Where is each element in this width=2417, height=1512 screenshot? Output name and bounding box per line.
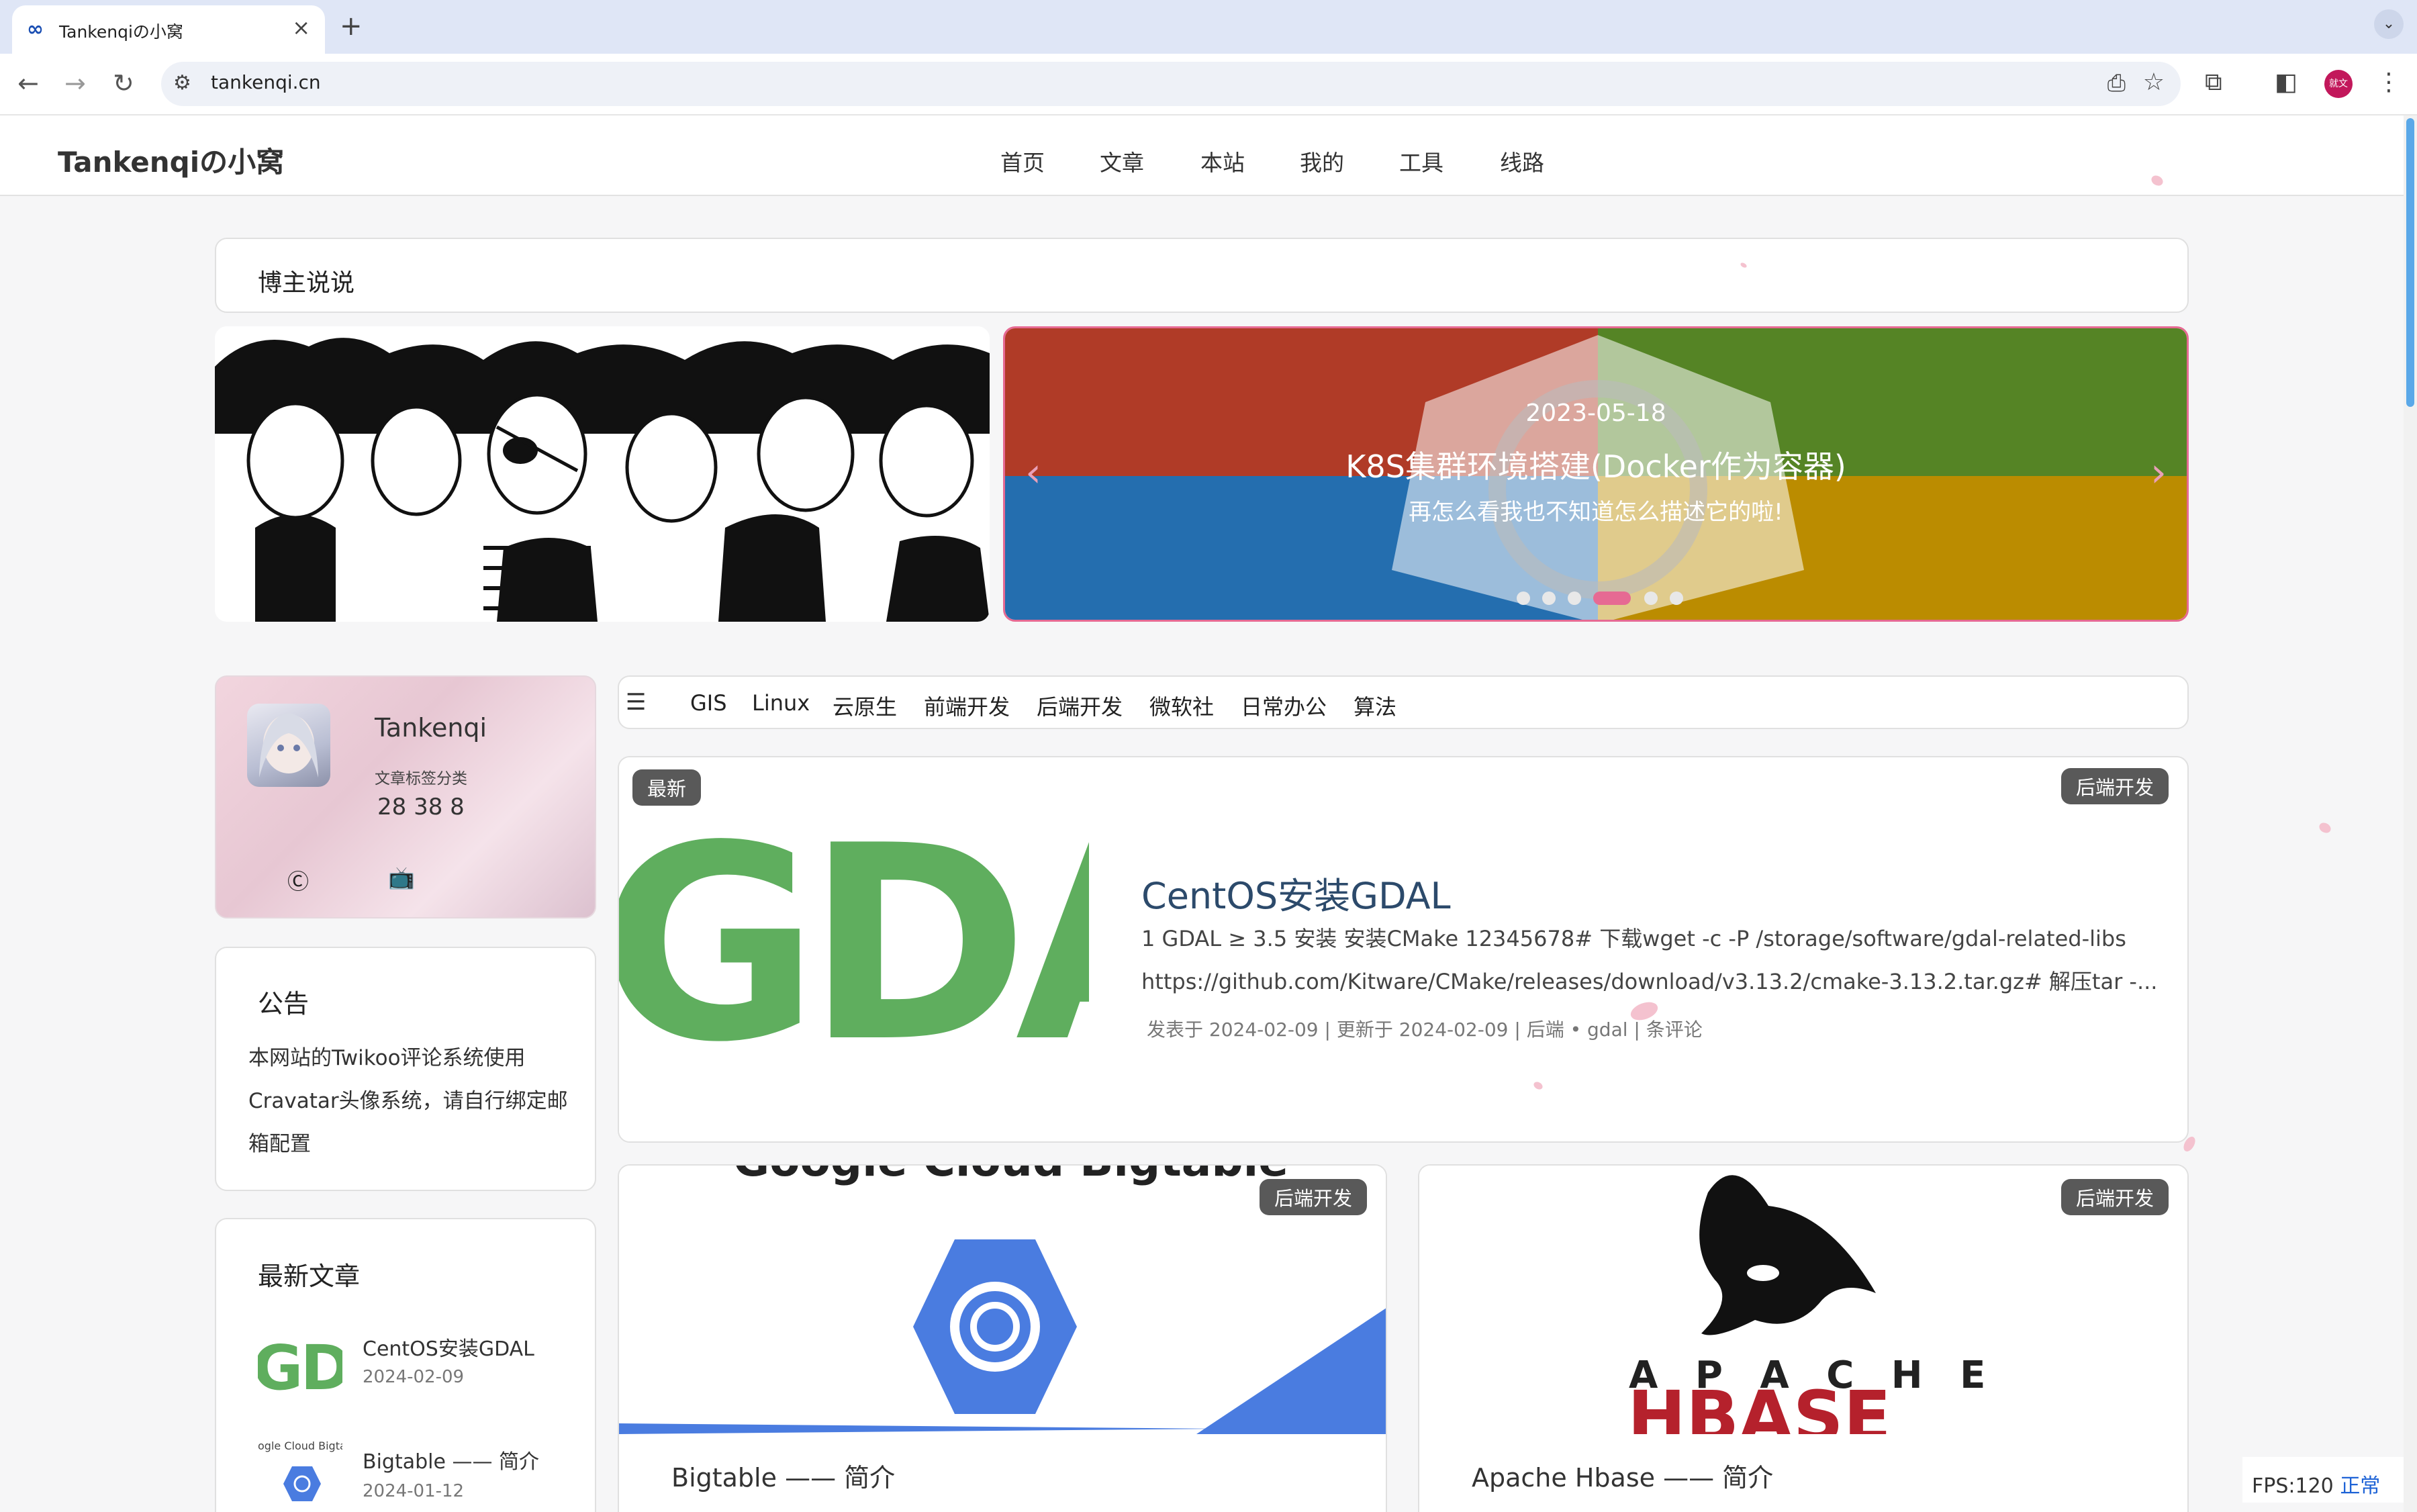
list-icon[interactable]: ☰ <box>626 689 646 716</box>
notice-title: 公告 <box>258 989 310 1019</box>
slider-prev-icon[interactable]: ‹ <box>1025 449 1041 496</box>
address-bar[interactable]: ⚙ tankenqi.cn ⎙ ☆ <box>161 62 2181 106</box>
menu-home[interactable]: 首页 <box>1000 145 1045 177</box>
post-card-hbase[interactable]: A P A C H E HBASE 后端开发 Apache Hbase —— 简… <box>1418 1164 2189 1512</box>
browser-tab[interactable]: ∞ Tankenqiの小窝 × <box>12 5 325 54</box>
bookmark-star-icon[interactable]: ☆ <box>2143 68 2165 96</box>
slider-next-icon[interactable]: › <box>2150 449 2167 496</box>
featured-meta: 发表于 2024-02-09 | 更新于 2024-02-09 | 后端 • g… <box>1147 1019 1703 1041</box>
category-gis[interactable]: GIS <box>690 690 727 716</box>
site-header: Tankenqiの小窝 首页 文章 本站 我的 工具 线路 <box>0 115 2404 196</box>
category-algorithm[interactable]: 算法 <box>1354 690 1396 721</box>
post-title[interactable]: Bigtable —— 简介 <box>671 1457 895 1494</box>
browser-tab-bar: ∞ Tankenqiの小窝 × + ⌄ <box>0 0 2417 54</box>
author-stats[interactable]: 28 38 8 <box>377 794 465 820</box>
gdal-cover-text: GDAL <box>619 789 1089 1101</box>
category-badge[interactable]: 后端开发 <box>2060 768 2169 804</box>
latest-item-date: 2024-02-09 <box>363 1367 465 1387</box>
category-badge[interactable]: 后端开发 <box>1259 1179 1367 1215</box>
latest-item-date: 2024-01-12 <box>363 1481 465 1501</box>
bigtable-small-icon <box>283 1466 321 1501</box>
featured-post-card[interactable]: GDAL 最新 后端开发 CentOS安装GDAL 1 GDAL ≥ 3.5 安… <box>618 756 2189 1143</box>
fps-indicator: FPS:120 正常 <box>2242 1457 2404 1503</box>
bigtable-thumbnail[interactable]: ogle Cloud Bigta <box>258 1439 342 1512</box>
gdal-thumb-text: GDAL <box>258 1332 342 1399</box>
author-stats-label: 文章标签分类 <box>375 770 467 788</box>
menu-tools[interactable]: 工具 <box>1399 145 1443 177</box>
gdal-thumbnail[interactable]: GDAL <box>258 1327 342 1399</box>
fps-label: FPS:120 <box>2252 1474 2334 1498</box>
browser-toolbar: ← → ↻ ⚙ tankenqi.cn ⎙ ☆ ⧉ ◧ 就文 ⋮ <box>0 54 2417 115</box>
featured-excerpt-line: https://github.com/Kitware/CMake/release… <box>1141 969 2158 994</box>
slider-dot[interactable] <box>1644 592 1658 605</box>
side-panel-icon[interactable]: ◧ <box>2275 68 2297 96</box>
scrollbar-thumb[interactable] <box>2406 118 2414 407</box>
close-tab-icon[interactable]: × <box>292 15 310 40</box>
latest-title: 最新文章 <box>258 1262 361 1291</box>
more-menu-icon[interactable]: ⋮ <box>2377 68 2401 96</box>
sakura-petal <box>2317 820 2333 835</box>
latest-item-title[interactable]: Bigtable —— 简介 <box>363 1445 539 1474</box>
gdal-cover-image[interactable]: GDAL <box>619 757 1089 1141</box>
url-text[interactable]: tankenqi.cn <box>211 71 321 93</box>
featured-title[interactable]: CentOS安装GDAL <box>1141 866 1451 919</box>
category-office[interactable]: 日常办公 <box>1241 690 1327 721</box>
category-backend[interactable]: 后端开发 <box>1037 690 1123 721</box>
slide-title[interactable]: K8S集群环境搭建(Docker作为容器) <box>1005 442 2187 487</box>
category-bar: ☰ GIS Linux 云原生 前端开发 后端开发 微软社 日常办公 算法 <box>618 675 2189 729</box>
featured-excerpt: 1 GDAL ≥ 3.5 安装 安装CMake 12345678# 下载wget… <box>1141 917 2158 1003</box>
post-card-bigtable[interactable]: Google Cloud Bigtable 后端开发 Bigtable —— 简… <box>618 1164 1387 1512</box>
menu-articles[interactable]: 文章 <box>1100 145 1144 177</box>
slider-dot[interactable] <box>1542 592 1556 605</box>
crowd-illustration <box>215 326 990 622</box>
shuoshuo-bar[interactable]: 博主说说 <box>215 238 2189 313</box>
csdn-icon[interactable]: Ⓒ <box>287 865 309 896</box>
extensions-icon[interactable]: ⧉ <box>2205 68 2222 97</box>
forward-icon[interactable]: → <box>64 68 86 98</box>
notice-body: 本网站的Twikoo评论系统使用Cravatar头像系统，请自行绑定邮箱配置 <box>248 1046 568 1156</box>
fps-status: 正常 <box>2340 1474 2381 1498</box>
slider-dot[interactable] <box>1517 592 1530 605</box>
install-app-icon[interactable]: ⎙ <box>2107 70 2126 97</box>
back-icon[interactable]: ← <box>17 68 39 98</box>
menu-mine[interactable]: 我的 <box>1300 145 1344 177</box>
category-badge[interactable]: 后端开发 <box>2060 1179 2169 1215</box>
reload-icon[interactable]: ↻ <box>113 68 134 98</box>
featured-excerpt-line: 1 GDAL ≥ 3.5 安装 安装CMake 12345678# 下载wget… <box>1141 926 2126 951</box>
latest-item-title[interactable]: CentOS安装GDAL <box>363 1332 534 1362</box>
meta-logo-icon: ∞ <box>27 17 44 41</box>
menu-site[interactable]: 本站 <box>1200 145 1245 177</box>
slide-description: 再怎么看我也不知道怎么描述它的啦! <box>1409 499 1783 526</box>
new-badge: 最新 <box>632 769 702 806</box>
profile-card: Tankenqi 文章标签分类 28 38 8 Ⓒ 📺 <box>215 675 596 918</box>
tab-title: Tankenqiの小窝 <box>59 22 183 42</box>
slider-dot[interactable] <box>1568 592 1581 605</box>
author-avatar[interactable] <box>247 704 330 787</box>
site-info-icon[interactable]: ⚙ <box>173 71 191 95</box>
tab-search-icon[interactable]: ⌄ <box>2374 9 2404 39</box>
post-title[interactable]: Apache Hbase —— 简介 <box>1472 1457 1773 1494</box>
slider-dot-active[interactable] <box>1593 592 1631 605</box>
category-frontend[interactable]: 前端开发 <box>924 690 1010 721</box>
category-cloud-native[interactable]: 云原生 <box>833 690 897 721</box>
menu-routes[interactable]: 线路 <box>1500 145 1544 177</box>
notice-card: 公告 本网站的Twikoo评论系统使用Cravatar头像系统，请自行绑定邮箱配… <box>215 947 596 1191</box>
category-linux[interactable]: Linux <box>752 690 810 716</box>
shuoshuo-title: 博主说说 <box>258 269 355 297</box>
site-logo[interactable]: Tankenqiの小窝 <box>58 140 284 181</box>
new-tab-icon[interactable]: + <box>340 11 363 42</box>
featured-slider[interactable]: 2023-05-18 K8S集群环境搭建(Docker作为容器) 再怎么看我也不… <box>1003 326 2189 622</box>
profile-avatar[interactable]: 就文 <box>2324 70 2353 98</box>
latest-articles-card: 最新文章 GDAL CentOS安装GDAL 2024-02-09 ogle C… <box>215 1218 596 1512</box>
bilibili-icon[interactable]: 📺 <box>388 865 415 890</box>
author-name: Tankenqi <box>375 713 487 743</box>
hbase-logo-bottom: HBASE <box>1627 1376 1891 1434</box>
bigtable-thumb-text: ogle Cloud Bigta <box>258 1439 342 1452</box>
slider-dot[interactable] <box>1670 592 1683 605</box>
slide-date: 2023-05-18 <box>1525 399 1666 427</box>
category-weiruanshe[interactable]: 微软社 <box>1149 690 1214 721</box>
